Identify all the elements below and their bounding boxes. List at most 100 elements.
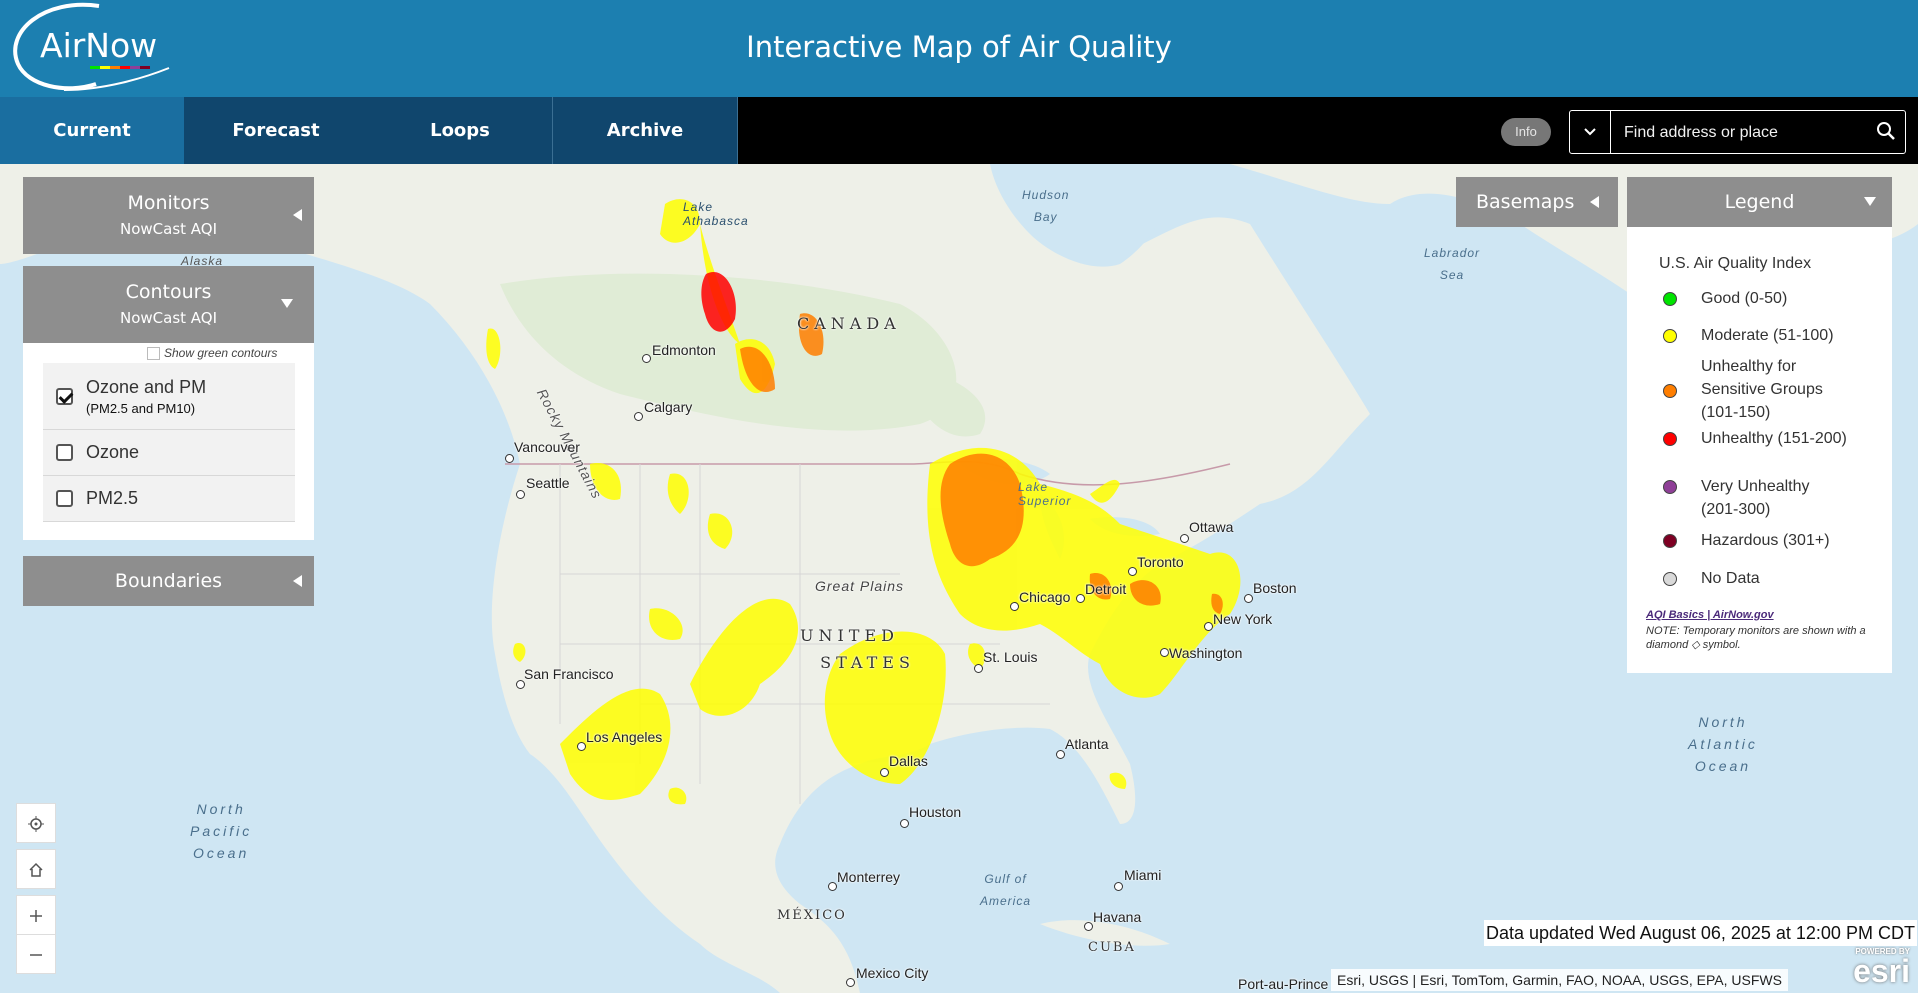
city-dot[interactable] [1114, 882, 1123, 891]
page-title: Interactive Map of Air Quality [746, 30, 1172, 64]
collapse-left-icon [293, 209, 302, 221]
legend-panel-header[interactable]: Legend [1627, 177, 1892, 227]
city-dot[interactable] [1084, 922, 1093, 931]
city-edmonton: Edmonton [652, 342, 716, 358]
search-input[interactable] [1622, 121, 1866, 145]
city-dot[interactable] [900, 819, 909, 828]
city-dot[interactable] [846, 978, 855, 987]
legend-label-no-data: No Data [1701, 570, 1760, 587]
zoom-out-button[interactable] [16, 934, 56, 974]
city-dot[interactable] [634, 412, 643, 421]
contours-panel-header[interactable]: Contours NowCast AQI [23, 266, 314, 343]
label-canada: CANADA [797, 314, 901, 333]
legend-label-hazardous: Hazardous (301+) [1701, 532, 1830, 549]
search-icon[interactable] [1875, 119, 1897, 143]
city-dallas: Dallas [889, 753, 928, 769]
city-los-angeles: Los Angeles [586, 729, 663, 745]
basemaps-panel-header[interactable]: Basemaps [1456, 177, 1618, 227]
tab-current[interactable]: Current [0, 97, 185, 164]
contours-subtitle: NowCast AQI [119, 309, 218, 327]
city-dot[interactable] [974, 664, 983, 673]
legend-note: NOTE: Temporary monitors are shown with … [1646, 625, 1866, 651]
chevron-down-icon [1584, 128, 1596, 136]
legend-label-usg: Unhealthy for Sensitive Groups (101-150) [1701, 358, 1823, 421]
city-vancouver: Vancouver [514, 439, 580, 455]
option-ozone-pm[interactable]: Ozone and PM (PM2.5 and PM10) [43, 363, 295, 430]
map-attribution: Esri, USGS | Esri, TomTom, Garmin, FAO, … [1331, 969, 1788, 991]
city-chicago: Chicago [1019, 589, 1071, 605]
pm25-label: PM2.5 [86, 488, 139, 508]
label-north-pacific: North Pacific Ocean [190, 801, 253, 861]
ozone-pm-sublabel: (PM2.5 and PM10) [86, 401, 196, 416]
contours-title: Contours [125, 281, 212, 303]
city-dot[interactable] [1128, 567, 1137, 576]
city-dot[interactable] [505, 454, 514, 463]
city-dot[interactable] [1180, 534, 1189, 543]
info-button[interactable]: Info [1501, 118, 1551, 146]
collapse-left-icon [293, 575, 302, 587]
home-button[interactable] [16, 849, 56, 889]
header: AirNow Interactive Map of Air Quality [0, 0, 1918, 97]
option-ozone[interactable]: Ozone [43, 430, 295, 476]
boundaries-title: Boundaries [114, 570, 223, 592]
pm25-checkbox[interactable] [56, 490, 73, 507]
city-houston: Houston [909, 804, 962, 820]
legend-panel-body: U.S. Air Quality Index Good (0-50) Moder… [1627, 227, 1892, 673]
city-dot[interactable] [1244, 594, 1253, 603]
legend-index-title: U.S. Air Quality Index [1659, 255, 1812, 272]
zoom-in-button[interactable] [16, 895, 56, 935]
city-st-louis: St. Louis [983, 649, 1038, 665]
city-monterrey: Monterrey [837, 869, 901, 885]
city-detroit: Detroit [1085, 581, 1127, 597]
city-dot[interactable] [1076, 594, 1085, 603]
label-gulf: Gulf of America [980, 872, 1032, 908]
city-seattle: Seattle [526, 475, 570, 491]
legend-dot-unhealthy [1663, 432, 1677, 446]
city-dot[interactable] [1056, 750, 1065, 759]
city-san-francisco: San Francisco [524, 666, 614, 682]
label-labrador-sea: Labrador Sea [1424, 246, 1481, 282]
legend-title: Legend [1724, 191, 1795, 213]
data-updated-label: Data updated Wed August 06, 2025 at 12:0… [1484, 920, 1917, 946]
city-dot[interactable] [516, 490, 525, 499]
city-dot[interactable] [1010, 602, 1019, 611]
city-ottawa: Ottawa [1189, 519, 1234, 535]
ozone-checkbox[interactable] [56, 444, 73, 461]
plus-icon [30, 910, 42, 923]
tab-forecast[interactable]: Forecast [184, 97, 369, 164]
city-dot[interactable] [577, 742, 586, 751]
city-dot[interactable] [1204, 622, 1213, 631]
city-dot[interactable] [828, 882, 837, 891]
search-box [1569, 110, 1906, 154]
label-united-states: UNITED STATES [800, 626, 915, 672]
expand-down-icon [281, 299, 293, 308]
boundaries-panel-header[interactable]: Boundaries [23, 556, 314, 606]
tab-loops[interactable]: Loops [368, 97, 553, 164]
option-pm25[interactable]: PM2.5 [43, 476, 295, 522]
legend-label-unhealthy: Unhealthy (151-200) [1701, 430, 1847, 447]
label-mexico: MÉXICO [777, 908, 847, 923]
city-boston: Boston [1253, 580, 1297, 596]
legend-dot-good [1663, 292, 1677, 306]
city-dot[interactable] [880, 768, 889, 777]
legend-dot-usg [1663, 384, 1677, 398]
city-dot[interactable] [642, 354, 651, 363]
city-port-au-prince: Port-au-Prince [1238, 976, 1329, 992]
monitors-panel-header[interactable]: Monitors NowCast AQI [23, 177, 314, 254]
ozone-pm-checkbox[interactable] [56, 388, 73, 405]
search-source-dropdown[interactable] [1570, 111, 1611, 153]
esri-logo[interactable]: POWERED BY esri [1832, 945, 1914, 991]
aqi-basics-link[interactable]: AQI Basics | AirNow.gov [1646, 609, 1774, 621]
collapse-left-icon [1590, 196, 1599, 208]
minus-icon [30, 954, 42, 956]
expand-down-icon [1864, 197, 1876, 206]
city-calgary: Calgary [644, 399, 693, 415]
ozone-label: Ozone [86, 442, 140, 462]
tab-archive[interactable]: Archive [553, 97, 738, 164]
city-washington: Washington [1169, 645, 1243, 661]
label-lake-superior: Lake Superior [1018, 480, 1072, 508]
locate-button[interactable] [16, 803, 56, 843]
show-green-checkbox[interactable] [147, 347, 160, 360]
city-dot[interactable] [1160, 648, 1169, 657]
home-icon [29, 863, 43, 877]
